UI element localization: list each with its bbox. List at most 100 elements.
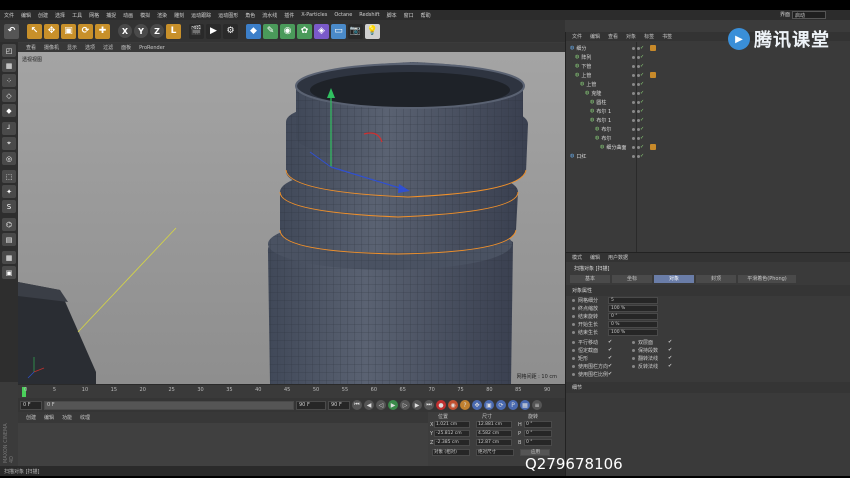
viewport-menu-item[interactable]: 摄像机 <box>44 44 59 51</box>
position-field[interactable]: -25.812 cm <box>434 430 470 437</box>
editor-visibility-dot[interactable] <box>632 91 635 95</box>
rotate-tool-icon[interactable]: ⟳ <box>78 23 93 39</box>
checkbox-check-icon[interactable]: ✔ <box>668 339 672 345</box>
attribute-menu-item[interactable]: 模式 <box>572 254 582 261</box>
checkbox-row[interactable]: 使用围栏比例 ✔ <box>566 370 612 378</box>
editor-visibility-dot[interactable] <box>632 100 635 104</box>
record-icon[interactable]: ● <box>436 400 446 410</box>
light-icon[interactable]: 💡 <box>365 23 380 39</box>
param-key-icon[interactable]: P <box>508 400 518 410</box>
animate-bullet-icon[interactable] <box>572 372 575 376</box>
scale-key-icon[interactable]: ▣ <box>484 400 494 410</box>
solo-icon[interactable]: ◎ <box>2 152 16 165</box>
object-tag-icon[interactable] <box>650 72 656 78</box>
paint-mode-icon[interactable]: ✦ <box>2 185 16 198</box>
menu-item[interactable]: 运动跟踪 <box>191 12 211 19</box>
size-field[interactable]: 12.881 cm <box>476 421 512 428</box>
enable-check-icon[interactable]: ✓ <box>640 54 644 60</box>
menu-item[interactable]: 捕捉 <box>106 12 116 19</box>
object-tree-item[interactable]: ◍ 布尔 ✓ <box>570 134 850 142</box>
checkbox-check-icon[interactable]: ✔ <box>608 355 612 361</box>
enable-check-icon[interactable]: ✓ <box>640 45 644 51</box>
end-frame-field[interactable]: 90 F <box>296 400 326 410</box>
prev-key-icon[interactable]: ◀ <box>364 400 374 410</box>
scale-tool-icon[interactable]: ▣ <box>61 23 76 39</box>
subdivision-icon[interactable]: ◉ <box>280 23 295 39</box>
menu-item[interactable]: Redshift <box>359 12 379 18</box>
size-mode-select[interactable]: 绝对尺寸 <box>476 449 514 456</box>
render-settings-icon[interactable]: ⚙ <box>223 23 238 39</box>
material-menu-item[interactable]: 创建 <box>26 414 36 421</box>
axis-mode-icon[interactable]: ┘ <box>2 122 16 135</box>
object-manager-menu-item[interactable]: 书签 <box>662 33 672 40</box>
enable-check-icon[interactable]: ✓ <box>640 144 644 150</box>
object-manager-menu-item[interactable]: 编辑 <box>590 33 600 40</box>
cloner-icon[interactable]: ✿ <box>297 23 312 39</box>
enable-check-icon[interactable]: ✓ <box>640 153 644 159</box>
checkbox-check-icon[interactable]: ✔ <box>608 371 612 377</box>
menu-item[interactable]: 运动图形 <box>218 12 238 19</box>
play-icon[interactable]: ▶ <box>388 400 398 410</box>
y-axis-button[interactable]: Y <box>134 24 148 38</box>
object-manager-menu-item[interactable]: 标签 <box>644 33 654 40</box>
menu-item[interactable]: 角色 <box>245 12 255 19</box>
checkbox-row[interactable]: 矩形 ✔ <box>566 354 612 362</box>
auto-key-icon[interactable]: ◉ <box>448 400 458 410</box>
menu-item[interactable]: 编辑 <box>21 12 31 19</box>
x-axis-button[interactable]: X <box>118 24 132 38</box>
animate-bullet-icon[interactable] <box>572 348 575 352</box>
animate-bullet-icon[interactable] <box>632 340 635 344</box>
object-tree-item[interactable]: ◍ 布尔 1 ✓ <box>570 116 850 124</box>
object-manager-menu-item[interactable]: 文件 <box>572 33 582 40</box>
object-tree-item[interactable]: ◍ 圆柱 ✓ <box>570 98 850 106</box>
deformer-icon[interactable]: ◈ <box>314 23 329 39</box>
editor-visibility-dot[interactable] <box>632 73 635 77</box>
checkbox-row[interactable]: 翻转法线 ✔ <box>626 354 672 362</box>
animate-bullet-icon[interactable] <box>632 356 635 360</box>
position-field[interactable]: 1.021 cm <box>434 421 470 428</box>
editor-visibility-dot[interactable] <box>632 127 635 131</box>
menu-item[interactable]: 网格 <box>89 12 99 19</box>
layout-select[interactable]: 启动 <box>792 11 826 19</box>
object-tree-item[interactable]: ◍ 阵列 ✓ <box>570 53 850 61</box>
attribute-tab[interactable]: 封顶 <box>696 275 736 283</box>
start-frame-field[interactable]: 0 F <box>20 400 42 410</box>
enable-check-icon[interactable]: ✓ <box>640 81 644 87</box>
point-mode-icon[interactable]: ⁘ <box>2 74 16 87</box>
menu-item[interactable]: 流水线 <box>262 12 277 19</box>
object-tag-icon[interactable] <box>650 144 656 150</box>
object-tree-item[interactable]: ◍ 克隆 ✓ <box>570 89 850 97</box>
max-frame-field[interactable]: 90 F <box>328 400 350 410</box>
grid-icon[interactable]: ▦ <box>2 251 16 264</box>
animate-bullet-icon[interactable] <box>572 356 575 360</box>
timeline-menu-icon[interactable]: ≡ <box>532 400 542 410</box>
object-tag-icon[interactable] <box>650 45 656 51</box>
checkbox-row[interactable]: 反转法线 ✔ <box>626 362 672 370</box>
rotation-field[interactable]: 0 ° <box>524 421 552 428</box>
viewport-menu-item[interactable]: 显示 <box>67 44 77 51</box>
editor-visibility-dot[interactable] <box>632 46 635 50</box>
rotation-field[interactable]: 0 ° <box>524 430 552 437</box>
detail-section[interactable]: 细节 <box>566 382 850 393</box>
editor-visibility-dot[interactable] <box>632 145 635 149</box>
menu-item[interactable]: X-Particles <box>301 12 327 18</box>
render-view-icon[interactable]: 🎬 <box>189 23 204 39</box>
menu-item[interactable]: 插件 <box>284 12 294 19</box>
checkbox-check-icon[interactable]: ✔ <box>668 347 672 353</box>
attribute-menu-item[interactable]: 用户数据 <box>608 254 628 261</box>
animate-bullet-icon[interactable] <box>572 340 575 344</box>
z-axis-button[interactable]: Z <box>150 24 164 38</box>
material-menu-item[interactable]: 编辑 <box>44 414 54 421</box>
viewport-menu-item[interactable]: ProRender <box>139 45 165 51</box>
viewport-menu-item[interactable]: 过滤 <box>103 44 113 51</box>
enable-check-icon[interactable]: ✓ <box>640 126 644 132</box>
uv-mode-icon[interactable]: ⬚ <box>2 170 16 183</box>
attribute-value-field[interactable]: 5 <box>608 296 658 304</box>
menu-item[interactable]: 选择 <box>55 12 65 19</box>
texture-mode-icon[interactable]: ▦ <box>2 59 16 72</box>
cube-icon[interactable]: ◆ <box>246 23 261 39</box>
menu-item[interactable]: 雕刻 <box>174 12 184 19</box>
menu-item[interactable]: 动画 <box>123 12 133 19</box>
size-field[interactable]: 12.87 cm <box>476 439 512 446</box>
animate-bullet-icon[interactable] <box>632 348 635 352</box>
